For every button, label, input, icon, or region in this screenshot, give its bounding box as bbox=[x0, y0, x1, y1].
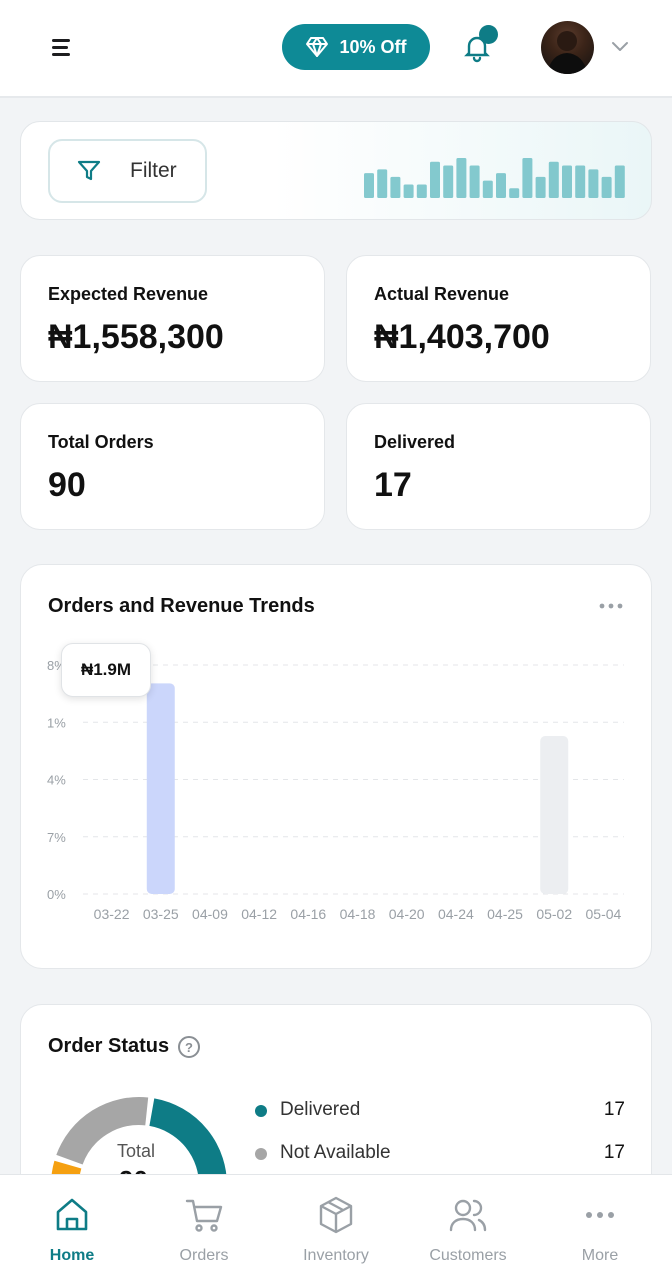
app-header: 10% Off bbox=[0, 0, 672, 98]
legend-label: Not Available bbox=[280, 1142, 391, 1163]
delivered-card: Delivered 17 bbox=[346, 403, 651, 530]
promo-button[interactable]: 10% Off bbox=[282, 24, 430, 70]
mini-bar bbox=[548, 161, 559, 198]
stat-value: 17 bbox=[374, 466, 412, 504]
donut-total-label: Total bbox=[117, 1141, 156, 1161]
bar bbox=[146, 683, 175, 894]
bottom-nav: Home Orders Inventory Customers More bbox=[0, 1174, 672, 1280]
mini-bar bbox=[482, 180, 493, 198]
tooltip-value: ₦1.9M bbox=[80, 660, 132, 679]
mini-bar bbox=[443, 165, 454, 198]
diamond-icon bbox=[306, 37, 329, 57]
cart-icon bbox=[185, 1199, 223, 1232]
y-tick-label: 1% bbox=[47, 715, 66, 730]
y-tick-label: 4% bbox=[47, 773, 66, 788]
mini-bar bbox=[535, 176, 546, 198]
actual-revenue-card: Actual Revenue ₦1,403,700 bbox=[346, 255, 651, 382]
stat-value: ₦1,558,300 bbox=[48, 318, 224, 356]
nav-home[interactable]: Home bbox=[17, 1195, 127, 1275]
stat-label: Total Orders bbox=[48, 432, 154, 452]
x-tick-label: 03-22 bbox=[94, 906, 130, 922]
mini-bar bbox=[390, 176, 401, 198]
mini-bar bbox=[377, 169, 388, 198]
x-tick-label: 04-20 bbox=[389, 906, 425, 922]
filter-card: Filter bbox=[20, 121, 652, 220]
chart-tooltip: ₦1.9M bbox=[61, 643, 151, 697]
legend-dot bbox=[255, 1105, 267, 1117]
x-tick-label: 03-25 bbox=[143, 906, 179, 922]
trends-card: Orders and Revenue Trends 0% 7% 4% 1% 8% 03-2… bbox=[20, 564, 652, 969]
mini-bar bbox=[601, 176, 612, 198]
avatar[interactable] bbox=[541, 21, 594, 74]
stat-value: 90 bbox=[48, 466, 86, 504]
y-tick-label: 0% bbox=[47, 887, 66, 902]
legend-count: 17 bbox=[603, 1142, 625, 1163]
more-icon bbox=[586, 1212, 614, 1218]
mini-bar bbox=[469, 165, 480, 198]
nav-orders[interactable]: Orders bbox=[149, 1195, 259, 1275]
users-icon bbox=[449, 1199, 487, 1232]
mini-bar bbox=[522, 158, 533, 198]
legend-item-not-available[interactable]: Not Available 17 bbox=[255, 1140, 625, 1166]
expected-revenue-card: Expected Revenue ₦1,558,300 bbox=[20, 255, 325, 382]
stat-label: Expected Revenue bbox=[48, 284, 209, 304]
mini-bar bbox=[456, 158, 467, 198]
mini-bar bbox=[614, 165, 625, 198]
legend-item-delivered[interactable]: Delivered 17 bbox=[255, 1097, 625, 1123]
mini-bar bbox=[364, 173, 374, 198]
chevron-down-icon[interactable] bbox=[610, 38, 630, 54]
x-tick-label: 05-04 bbox=[586, 906, 622, 922]
help-icon[interactable]: ? bbox=[178, 1036, 200, 1058]
nav-more[interactable]: More bbox=[545, 1195, 655, 1275]
stat-label: Delivered bbox=[374, 432, 456, 452]
home-icon bbox=[56, 1198, 88, 1231]
mini-bar bbox=[509, 188, 520, 198]
chart-title: Orders and Revenue Trends bbox=[48, 595, 315, 617]
x-tick-label: 04-25 bbox=[487, 906, 523, 922]
nav-label: More bbox=[581, 1247, 619, 1264]
x-tick-label: 04-09 bbox=[192, 906, 228, 922]
x-tick-label: 04-18 bbox=[340, 906, 376, 922]
legend-dot bbox=[255, 1148, 267, 1160]
x-tick-label: 04-12 bbox=[241, 906, 277, 922]
mini-bar bbox=[403, 184, 414, 198]
y-tick-label: 7% bbox=[47, 830, 66, 845]
mini-bar bbox=[430, 161, 440, 198]
bar bbox=[540, 735, 569, 894]
filter-button[interactable]: Filter bbox=[48, 139, 207, 203]
nav-customers[interactable]: Customers bbox=[413, 1195, 523, 1275]
filter-label: Filter bbox=[130, 159, 177, 182]
more-options-icon[interactable] bbox=[598, 601, 624, 611]
x-tick-label: 04-24 bbox=[438, 906, 474, 922]
mini-bar bbox=[588, 169, 599, 198]
mini-bar bbox=[562, 165, 572, 198]
filter-icon bbox=[77, 160, 101, 181]
stat-label: Actual Revenue bbox=[374, 284, 510, 304]
order-status-title: Order Status bbox=[48, 1035, 170, 1057]
box-icon bbox=[319, 1196, 353, 1234]
x-tick-label: 05-02 bbox=[536, 906, 572, 922]
legend-count: 17 bbox=[603, 1099, 625, 1120]
nav-label: Inventory bbox=[303, 1247, 369, 1264]
nav-label: Orders bbox=[179, 1247, 229, 1264]
mini-bar bbox=[416, 184, 427, 198]
nav-inventory[interactable]: Inventory bbox=[281, 1195, 391, 1275]
legend-label: Delivered bbox=[280, 1099, 361, 1120]
promo-label: 10% Off bbox=[339, 36, 407, 57]
total-orders-card: Total Orders 90 bbox=[20, 403, 325, 530]
nav-label: Customers bbox=[429, 1247, 507, 1264]
menu-icon[interactable] bbox=[46, 36, 76, 60]
mini-bar-chart bbox=[364, 158, 625, 198]
mini-bar bbox=[496, 173, 506, 198]
nav-label: Home bbox=[49, 1247, 95, 1264]
x-tick-label: 04-16 bbox=[290, 906, 326, 922]
mini-bar bbox=[575, 165, 586, 198]
stat-value: ₦1,403,700 bbox=[374, 318, 550, 356]
notification-dot bbox=[479, 25, 498, 44]
